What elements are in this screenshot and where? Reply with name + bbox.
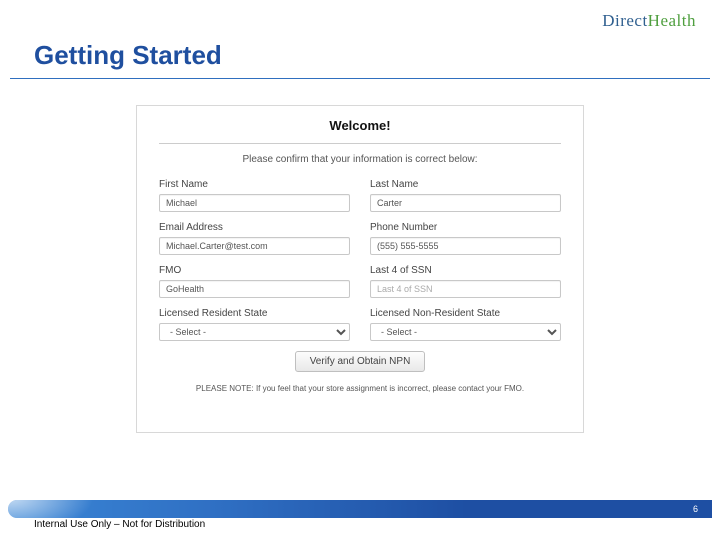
resident-state-label: Licensed Resident State <box>159 308 350 319</box>
nonresident-state-label: Licensed Non-Resident State <box>370 308 561 319</box>
welcome-panel: Welcome! Please confirm that your inform… <box>136 105 584 433</box>
page-title: Getting Started <box>34 40 222 71</box>
first-name-input[interactable] <box>159 194 350 212</box>
last-name-label: Last Name <box>370 179 561 190</box>
brand-part2: Health <box>648 11 696 30</box>
confirm-text: Please confirm that your information is … <box>159 154 561 165</box>
email-label: Email Address <box>159 222 350 233</box>
fmo-label: FMO <box>159 265 350 276</box>
divider <box>159 143 561 144</box>
phone-label: Phone Number <box>370 222 561 233</box>
brand-part1: Direct <box>602 11 647 30</box>
footer-bar <box>8 500 712 518</box>
ssn-label: Last 4 of SSN <box>370 265 561 276</box>
nonresident-state-select[interactable]: - Select - <box>370 323 561 341</box>
first-name-label: First Name <box>159 179 350 190</box>
internal-use-label: Internal Use Only – Not for Distribution <box>34 519 205 530</box>
footer-note: PLEASE NOTE: If you feel that your store… <box>159 384 561 393</box>
fmo-input[interactable] <box>159 280 350 298</box>
welcome-heading: Welcome! <box>159 118 561 139</box>
last-name-input[interactable] <box>370 194 561 212</box>
ssn-input[interactable] <box>370 280 561 298</box>
title-underline <box>10 78 710 79</box>
page-number: 6 <box>693 504 698 514</box>
email-input[interactable] <box>159 237 350 255</box>
brand-logo: DirectHealth <box>602 12 696 29</box>
resident-state-select[interactable]: - Select - <box>159 323 350 341</box>
verify-npn-button[interactable]: Verify and Obtain NPN <box>295 351 426 372</box>
phone-input[interactable] <box>370 237 561 255</box>
